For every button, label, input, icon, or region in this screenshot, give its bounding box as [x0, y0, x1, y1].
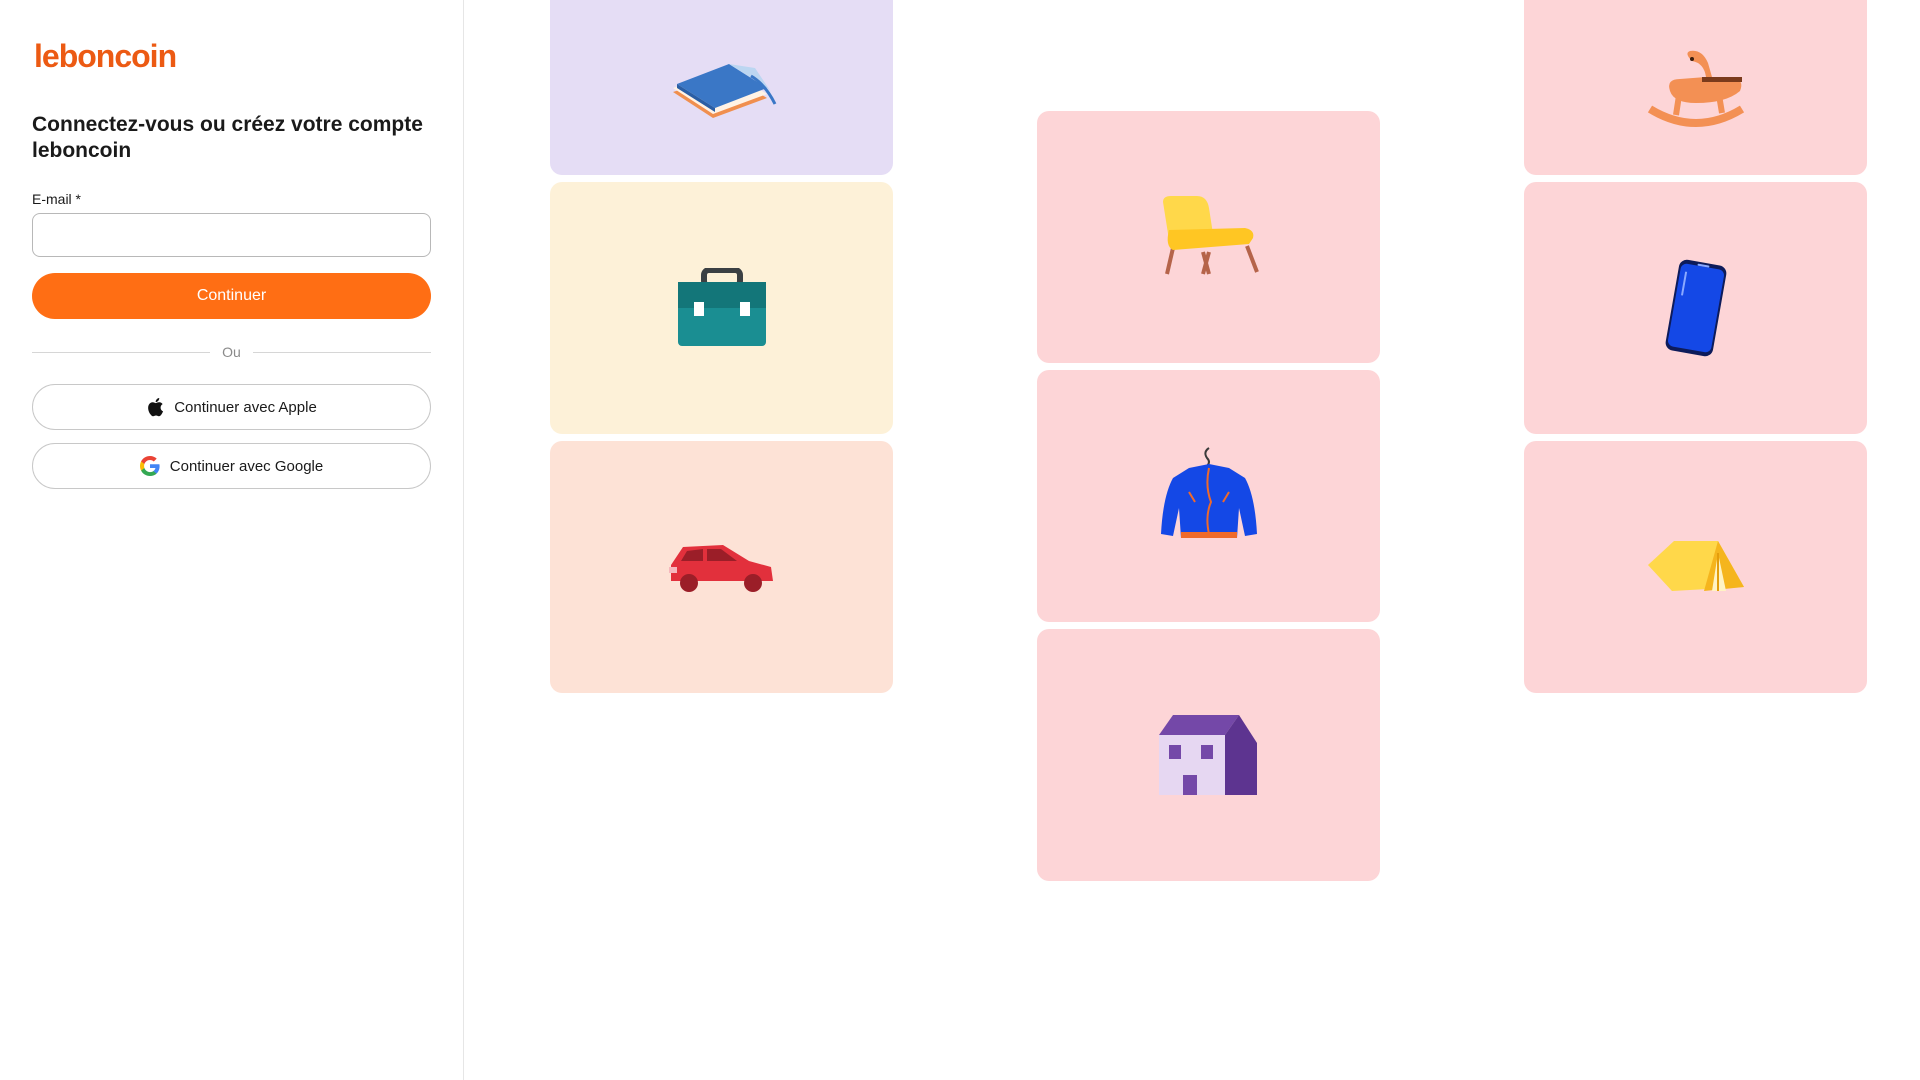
google-button-label: Continuer avec Google	[169, 457, 324, 475]
books-icon	[667, 54, 777, 124]
google-login-button[interactable]: Continuer avec Google	[32, 443, 431, 489]
leboncoin-logo[interactable]: leboncoin	[34, 38, 177, 75]
armchair-icon	[1159, 196, 1259, 278]
category-card-books	[550, 0, 893, 175]
category-card-toys	[1524, 0, 1867, 175]
category-card-fashion	[1037, 370, 1380, 622]
login-panel: leboncoin Connectez-vous ou créez votre …	[0, 0, 464, 1080]
email-field[interactable]	[32, 213, 431, 257]
house-icon	[1158, 713, 1259, 797]
category-card-vehicles	[550, 441, 893, 693]
apple-icon	[146, 397, 164, 417]
divider-text: Ou	[222, 344, 241, 360]
tent-icon	[1646, 539, 1746, 595]
or-divider: Ou	[32, 340, 431, 364]
briefcase-icon	[674, 268, 770, 348]
smartphone-icon	[1656, 258, 1736, 358]
category-card-real-estate	[1037, 629, 1380, 881]
category-card-leisure	[1524, 441, 1867, 693]
category-card-jobs	[550, 182, 893, 434]
google-icon	[139, 456, 160, 476]
divider-line-right	[252, 351, 431, 353]
apple-button-label: Continuer avec Apple	[174, 398, 317, 416]
continue-button[interactable]: Continuer	[32, 273, 431, 319]
jacket-icon	[1159, 446, 1259, 546]
category-card-furniture	[1037, 111, 1380, 363]
divider-line-left	[32, 351, 211, 353]
email-label: E-mail *	[32, 191, 82, 207]
page-title: Connectez-vous ou créez votre compte leb…	[32, 113, 423, 162]
rocking-horse-icon	[1646, 49, 1746, 129]
apple-login-button[interactable]: Continuer avec Apple	[32, 384, 431, 430]
car-icon	[667, 539, 777, 595]
category-card-electronics	[1524, 182, 1867, 434]
